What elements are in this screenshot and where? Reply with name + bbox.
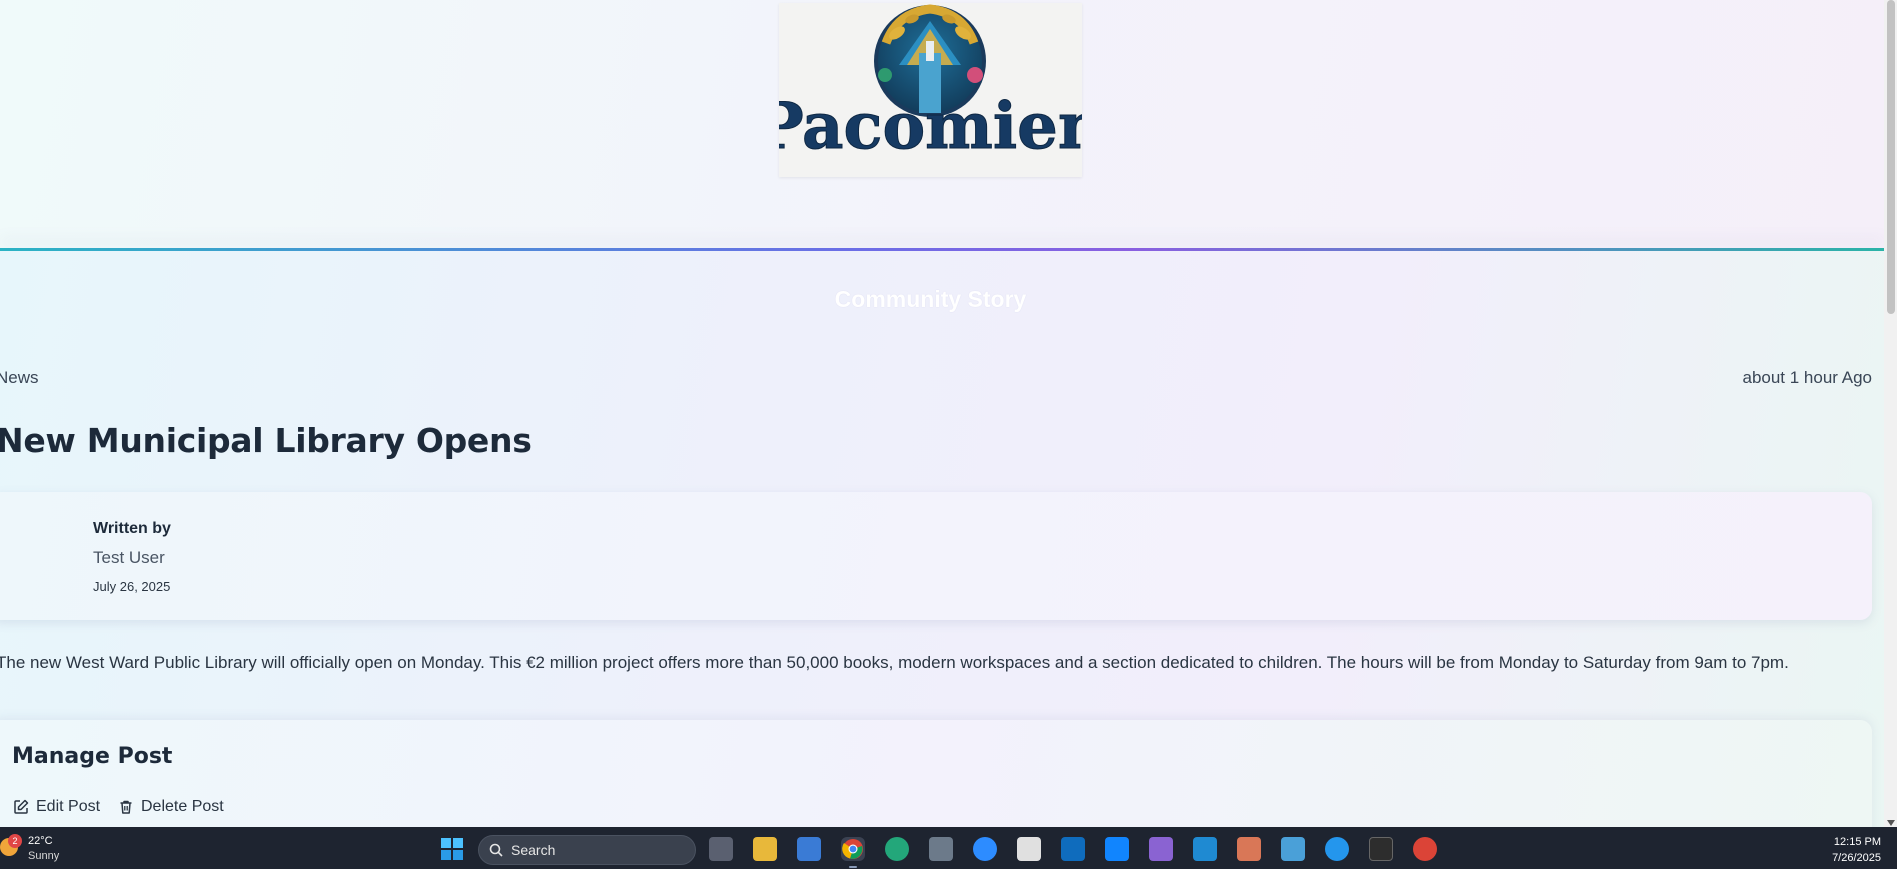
site-logo[interactable]: Pacomien [779,3,1082,177]
chrome-active-tile[interactable] [841,837,865,861]
post-time-ago: about 1 hour Ago [1742,368,1872,387]
bluesky-icon[interactable] [1105,837,1129,861]
microsoft-store-icon[interactable] [797,837,821,861]
terminal-icon[interactable] [1369,837,1393,861]
edit-post-label: Edit Post [36,798,101,815]
notepad-icon[interactable] [1281,837,1305,861]
calculator-icon[interactable] [929,837,953,861]
section-title: Community Story [834,286,1027,312]
svg-text:Pacomien: Pacomien [779,89,1082,164]
clock-time: 12:15 PM [1833,836,1881,848]
search-placeholder: Search [511,842,556,858]
author-name: Test User [93,548,165,567]
delete-post-label: Delete Post [141,798,224,815]
clock-date: 7/26/2025 [1832,852,1881,864]
scrollbar-thumb[interactable] [1887,0,1895,314]
trash-icon [120,800,132,814]
post-date: July 26, 2025 [93,579,171,594]
post-body: The new West Ward Public Library will of… [0,653,1789,672]
manage-post-title: Manage Post [12,744,173,769]
page-scrollbar[interactable] [1884,0,1897,827]
chrome-profile-icon[interactable] [1413,837,1437,861]
chrome-icon [842,839,863,859]
notification-badge: 2 [8,834,22,848]
vscode-icon[interactable] [1193,837,1217,861]
post-category: News [0,368,39,387]
system-clock[interactable]: 12:15 PM 7/26/2025 [1832,834,1881,866]
search-icon [489,843,503,857]
vs-tool-icon[interactable] [1149,837,1173,861]
edit-post-button[interactable]: Edit Post [13,796,100,818]
docker-icon[interactable] [1325,837,1349,861]
messenger-icon[interactable] [973,837,997,861]
windows-start-icon[interactable] [441,838,463,860]
scroll-down-arrow-icon[interactable] [1887,820,1895,826]
file-explorer-icon[interactable] [753,837,777,861]
post-title: New Municipal Library Opens [0,421,532,460]
taskbar-search[interactable]: Search [478,835,696,865]
edit-icon [14,799,29,814]
claude-icon[interactable] [1237,837,1261,861]
weather-widget[interactable]: 2 22°C Sunny [0,833,80,865]
weather-condition: Sunny [28,850,60,862]
snipping-tool-icon[interactable] [1017,837,1041,861]
windows-taskbar: 2 22°C Sunny Search 12:15 PM 7/26/2025 [0,827,1897,869]
outlook-icon[interactable] [1061,837,1085,861]
weather-temperature: 22°C [28,835,53,847]
edge-icon[interactable] [885,837,909,861]
task-view-icon[interactable] [709,837,733,861]
logo-graphic: Pacomien [779,4,1082,165]
written-by-label: Written by [93,520,171,537]
delete-post-button[interactable]: Delete Post [118,796,224,818]
active-app-indicator [849,866,857,868]
author-card [0,492,1872,620]
